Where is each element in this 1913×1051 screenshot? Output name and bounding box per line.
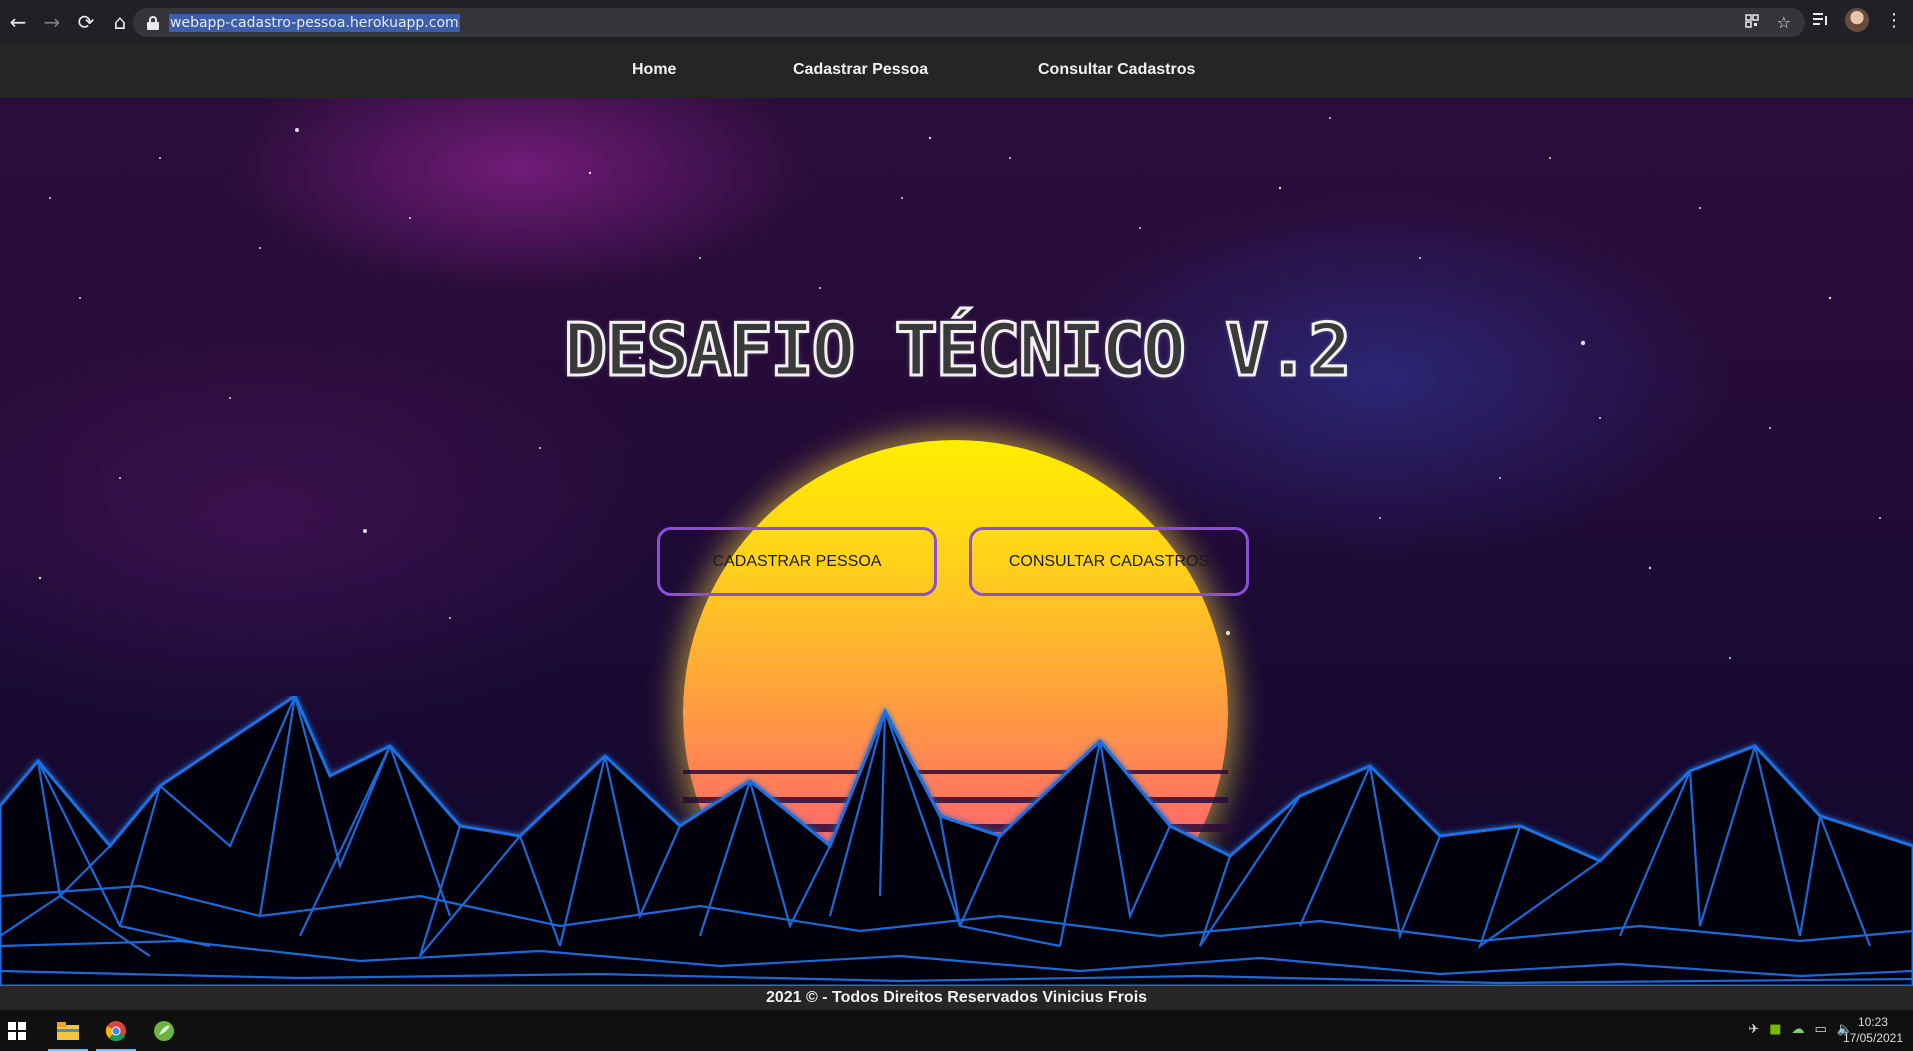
nav-consultar-link[interactable]: Consultar Cadastros: [1038, 61, 1195, 79]
system-tray: ✈ ■ ☁ ▭ 🔈: [1748, 1022, 1853, 1037]
qr-code-icon[interactable]: [1744, 13, 1759, 32]
chrome-icon[interactable]: [92, 1010, 140, 1051]
forward-icon[interactable]: →: [36, 6, 68, 38]
nvidia-icon[interactable]: ■: [1769, 1022, 1781, 1037]
hero-section: DESAFIO TÉCNICO V.2 CADASTRAR PESSOA CON…: [0, 98, 1913, 986]
nav-cadastrar-link[interactable]: Cadastrar Pessoa: [793, 61, 928, 79]
cloud-icon[interactable]: ☁: [1792, 1022, 1805, 1037]
browser-toolbar: ← → ⟳ ⌂ webapp-cadastro-pessoa.herokuapp…: [0, 0, 1913, 44]
back-icon[interactable]: ←: [2, 6, 34, 38]
hero-title: DESAFIO TÉCNICO V.2: [562, 307, 1353, 394]
site-footer: 2021 © - Todos Direitos Reservados Vinic…: [0, 986, 1913, 1010]
star-icon[interactable]: ☆: [1777, 13, 1791, 32]
airplane-icon[interactable]: ✈: [1748, 1022, 1759, 1037]
clock-time: 10:23: [1857, 1015, 1888, 1029]
address-bar[interactable]: webapp-cadastro-pessoa.herokuapp.com ☆: [133, 8, 1805, 37]
profile-avatar[interactable]: [1845, 8, 1869, 32]
consultar-cadastros-button[interactable]: CONSULTAR CADASTROS: [969, 527, 1249, 596]
spring-tool-suite-icon[interactable]: [140, 1010, 188, 1051]
windows-start-icon[interactable]: [8, 1022, 26, 1040]
home-icon[interactable]: ⌂: [104, 6, 136, 38]
site-navbar: Home Cadastrar Pessoa Consultar Cadastro…: [0, 44, 1913, 98]
taskbar-clock[interactable]: 10:23 17/05/2021: [1843, 1014, 1903, 1046]
file-explorer-icon[interactable]: [44, 1010, 92, 1051]
reload-icon[interactable]: ⟳: [70, 6, 102, 38]
reading-list-icon[interactable]: [1813, 10, 1829, 31]
url-text[interactable]: webapp-cadastro-pessoa.herokuapp.com: [169, 13, 460, 32]
cadastrar-pessoa-button[interactable]: CADASTRAR PESSOA: [657, 527, 937, 596]
wireframe-mountains: [0, 696, 1913, 986]
lock-icon[interactable]: [147, 15, 159, 30]
nav-home-link[interactable]: Home: [632, 61, 676, 79]
clock-date: 17/05/2021: [1842, 1031, 1903, 1045]
browser-menu-icon[interactable]: ⋮: [1885, 10, 1903, 31]
windows-taskbar: ✈ ■ ☁ ▭ 🔈 10:23 17/05/2021: [0, 1010, 1913, 1051]
network-icon[interactable]: ▭: [1815, 1022, 1827, 1037]
